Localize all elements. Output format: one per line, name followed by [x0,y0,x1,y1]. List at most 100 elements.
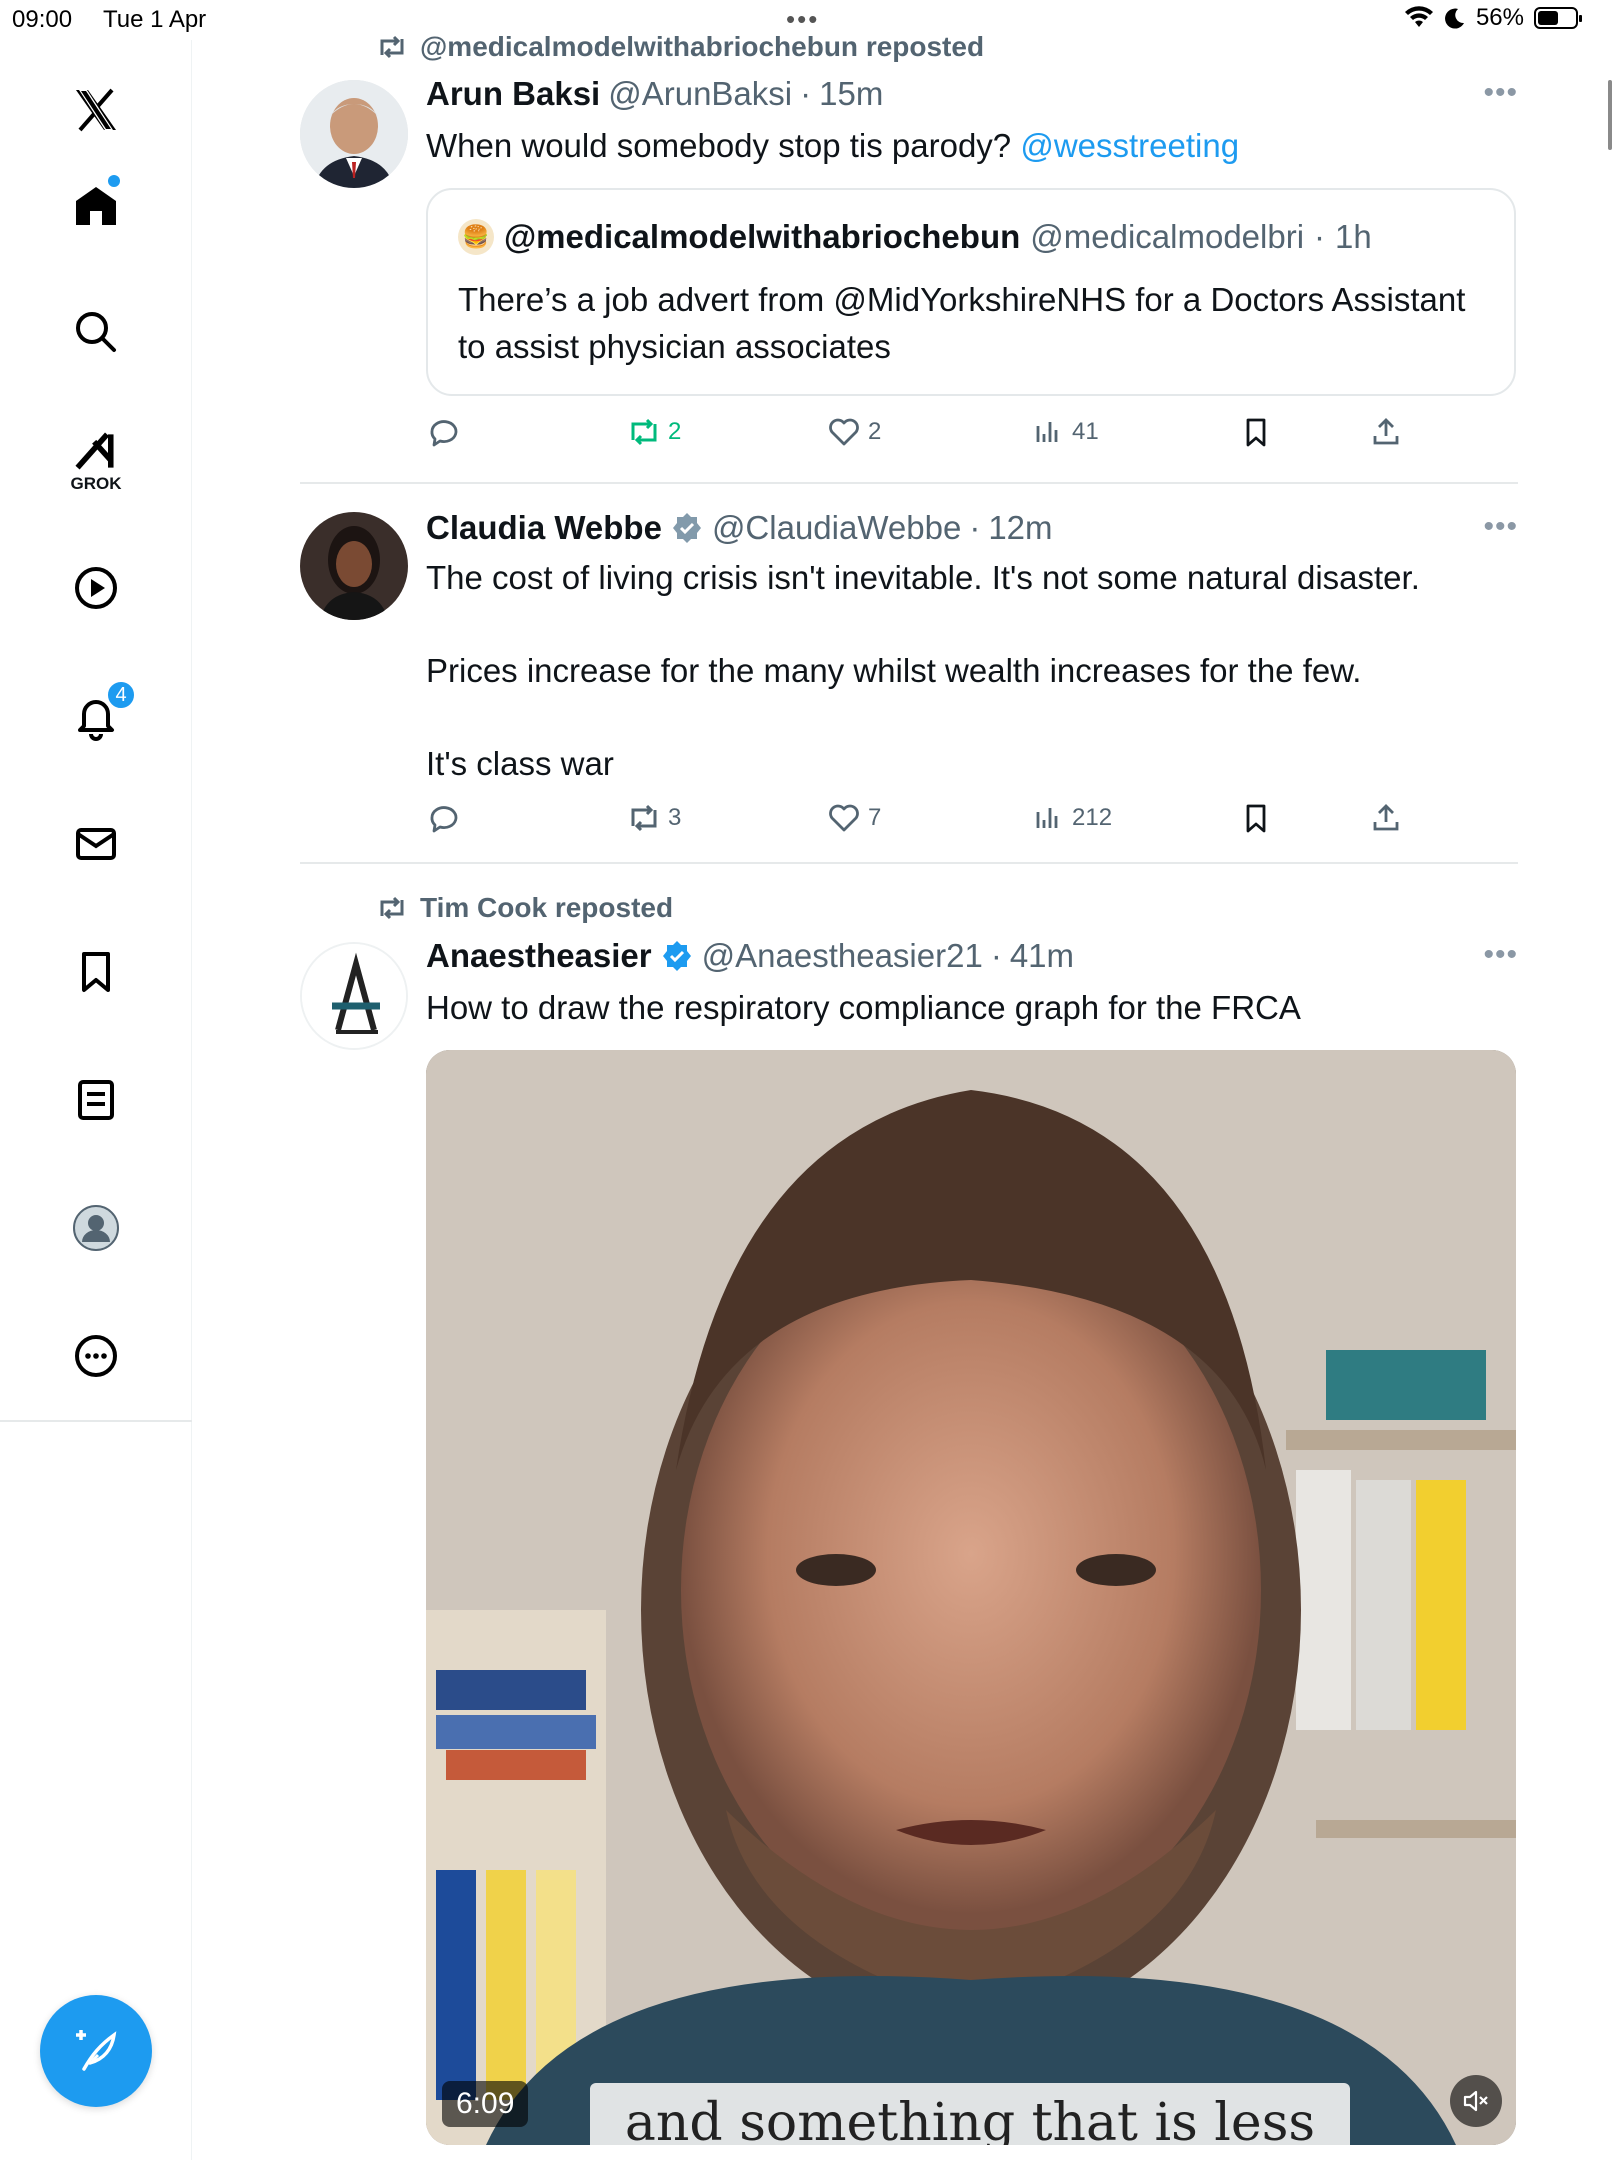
sidebar-item-bookmarks[interactable] [56,932,136,1012]
separator-dot: · [990,937,1002,974]
quote-text: There’s a job advert from @MidYorkshireN… [458,281,1466,365]
x-logo-icon[interactable] [56,70,136,150]
views-count: 212 [1072,804,1113,831]
sidebar-item-messages[interactable] [56,804,136,884]
author-name[interactable]: Anaestheasier [426,937,652,975]
avatar[interactable] [300,80,408,188]
tweet-actions: 2 2 41 [426,414,1516,454]
verified-badge-icon [662,941,691,971]
list-icon [78,1080,114,1120]
verified-badge-icon [672,513,701,543]
repost-count: 2 [668,418,682,445]
avatar-icon [73,1205,119,1251]
reply-button[interactable] [426,414,462,450]
tweet-text-blank [426,601,1506,647]
sidebar-item-notifications[interactable]: 4 [56,676,136,756]
bookmark-icon [82,952,110,992]
tweet-divider [300,862,1518,864]
tweet-text-line: The cost of living crisis isn't inevitab… [426,559,1420,596]
sidebar: GROK 4 [0,40,192,2160]
repost-button[interactable]: 3 [626,800,681,836]
reply-button[interactable] [426,800,462,836]
tweet-text-blank [426,694,1506,740]
author-handle[interactable]: @ArunBaksi [608,75,792,113]
avatar[interactable] [300,942,408,1050]
sidebar-item-lists[interactable] [56,1060,136,1140]
sidebar-item-search[interactable] [56,292,136,372]
tweet-time[interactable]: 12m [988,509,1052,547]
author-name[interactable]: Claudia Webbe [426,509,662,547]
repost-count: 3 [668,804,682,831]
like-count: 2 [868,418,882,445]
author-handle[interactable]: @ClaudiaWebbe [712,509,961,547]
tweet-header: Claudia Webbe @ClaudiaWebbe · 12m [426,508,1053,548]
repost-indicator: @medicalmodelwithabriochebun reposted [376,30,984,64]
avatar[interactable] [300,512,408,620]
bookmark-icon [1246,804,1266,833]
tweet-time[interactable]: 15m [819,75,883,113]
tweet-actions: 3 7 212 [426,800,1516,840]
share-button[interactable] [1368,414,1404,450]
quoted-tweet[interactable]: 🍔 @medicalmodelwithabriochebun @medicalm… [426,188,1516,396]
more-options-icon[interactable]: ••• [1483,938,1518,972]
tweet-text: The cost of living crisis isn't inevitab… [426,554,1506,787]
quote-author-handle: @medicalmodelbri [1030,218,1305,255]
bookmark-button[interactable] [1238,414,1274,450]
quote-avatar: 🍔 [458,219,494,255]
mute-button[interactable] [1450,2075,1502,2127]
sidebar-item-profile[interactable] [56,1188,136,1268]
author-handle[interactable]: @Anaestheasier21 [702,937,983,975]
timeline-feed: @medicalmodelwithabriochebun reposted Ar… [300,0,1518,2160]
home-unread-dot [108,175,120,187]
views-icon [1036,422,1058,442]
views-count: 41 [1072,418,1099,445]
tweet-text-line: It's class war [426,745,614,782]
tweet-text-line: Prices increase for the many whilst weal… [426,652,1362,689]
muted-speaker-icon [1463,2090,1488,2112]
battery-icon [1534,7,1582,29]
status-time: 09:00 [12,6,73,33]
tweet-text-body: When would somebody stop tis parody? [426,127,1021,164]
heart-icon [829,804,859,832]
sidebar-item-home[interactable] [56,165,136,245]
video-player[interactable]: 6:09 and something that is less [426,1050,1516,2145]
tweet-header: Anaestheasier @Anaestheasier21 · 41m [426,936,1074,976]
share-button[interactable] [1368,800,1404,836]
more-circle-icon [75,1335,117,1377]
tweet-time[interactable]: 41m [1010,937,1074,975]
like-button[interactable]: 2 [826,414,881,450]
like-count: 7 [868,804,882,831]
mention-link[interactable]: @wesstreeting [1020,127,1239,164]
compose-button[interactable] [40,1995,152,2107]
video-frame [426,1050,1516,2145]
scroll-indicator[interactable] [1608,80,1612,150]
more-options-icon[interactable]: ••• [1483,510,1518,544]
repost-label: @medicalmodelwithabriochebun reposted [420,31,985,62]
author-name[interactable]: Arun Baksi [426,75,600,113]
views-button[interactable]: 41 [1030,414,1099,450]
play-icon [75,567,117,609]
repost-icon [380,896,404,920]
sidebar-item-video[interactable] [56,548,136,628]
repost-icon [380,35,404,59]
repost-button[interactable]: 2 [626,414,681,450]
tweet-header: Arun Baksi @ArunBaksi · 15m [426,74,883,114]
quote-header: 🍔 @medicalmodelwithabriochebun @medicalm… [458,218,1372,256]
views-button[interactable]: 212 [1030,800,1112,836]
bookmark-icon [1246,418,1266,447]
reply-icon [430,420,458,447]
tweet-text: How to draw the respiratory compliance g… [426,989,1301,1026]
grok-icon [75,432,114,470]
reply-icon [430,806,458,833]
sidebar-item-more[interactable] [56,1316,136,1396]
more-options-icon[interactable]: ••• [1483,76,1518,110]
bookmark-button[interactable] [1238,800,1274,836]
video-caption: and something that is less [590,2083,1350,2145]
grok-label: GROK [70,474,122,493]
like-button[interactable]: 7 [826,800,881,836]
battery-fill [1538,11,1559,25]
sidebar-item-grok[interactable]: GROK [56,420,136,500]
share-icon [1373,418,1399,445]
notification-badge: 4 [106,680,136,710]
separator-dot: · [969,509,981,546]
